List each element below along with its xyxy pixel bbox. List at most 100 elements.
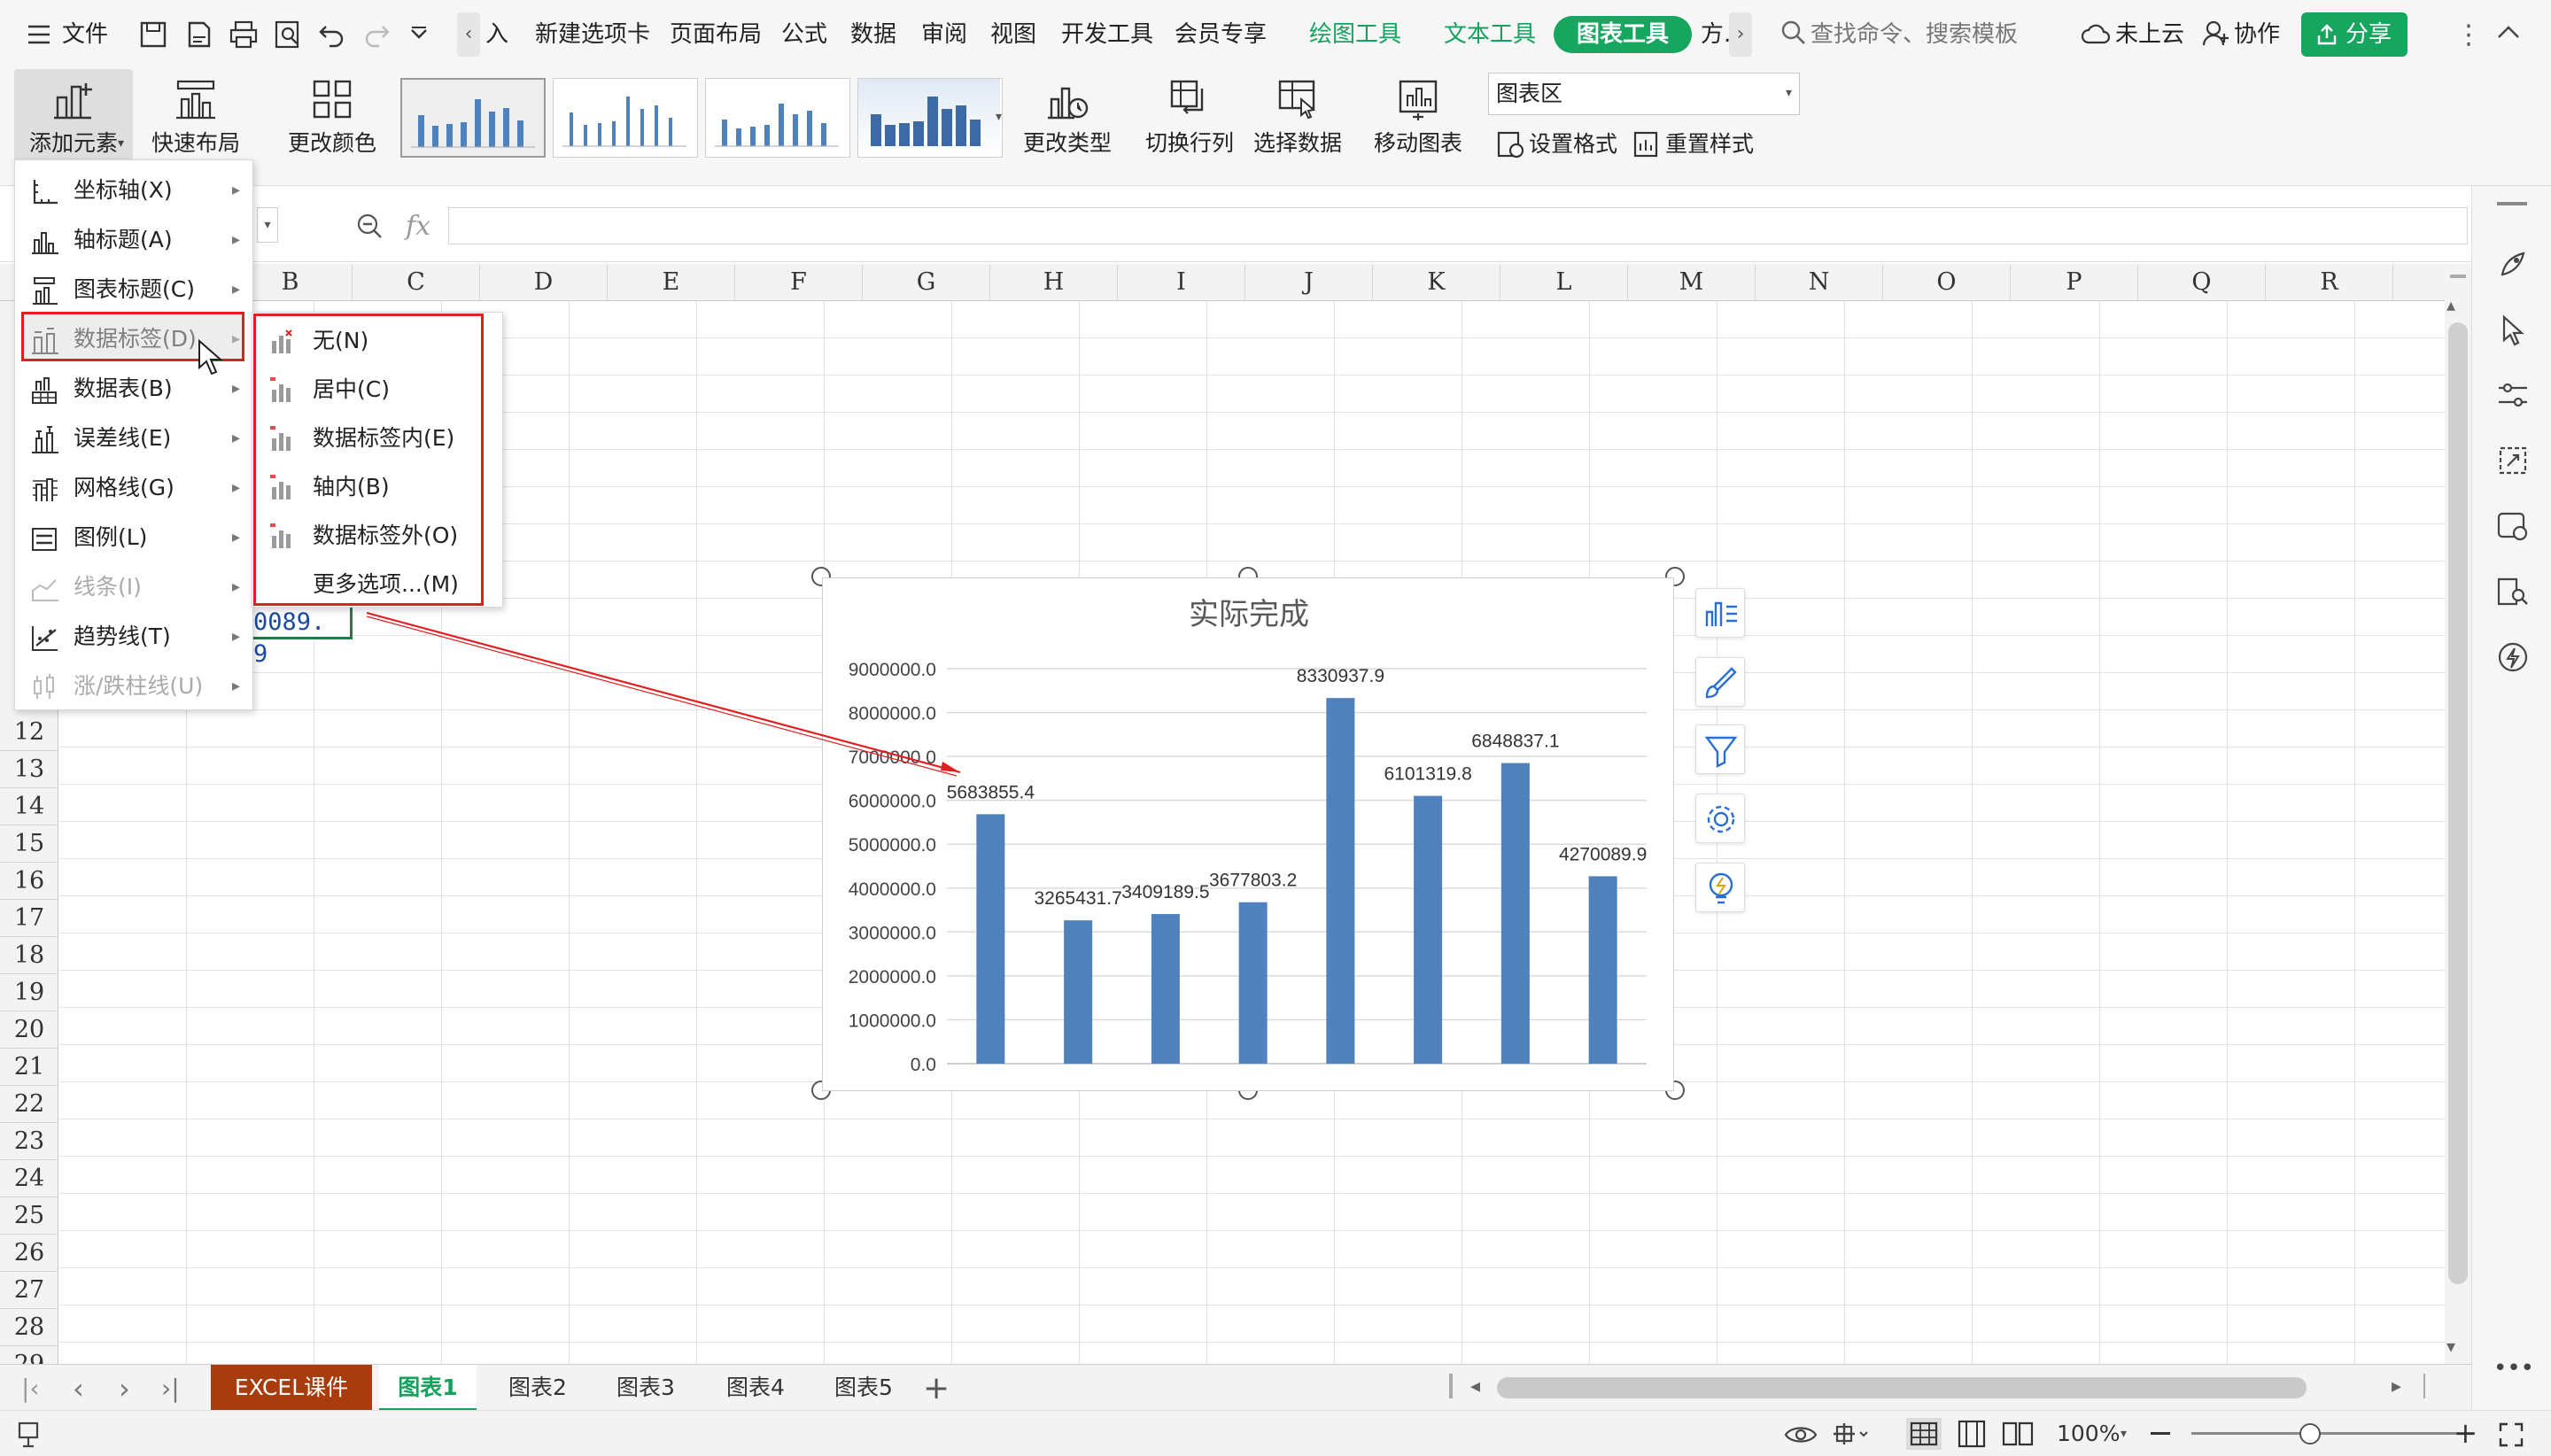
zoom-out-icon[interactable]: [2151, 1432, 2170, 1435]
tab-formula[interactable]: 公式: [781, 16, 827, 53]
menu-item-gridline[interactable]: 网格线(G) ▸: [15, 463, 252, 513]
row-header[interactable]: 17: [0, 900, 58, 937]
data-label[interactable]: 3409189.5: [1121, 882, 1209, 902]
hamburger-icon[interactable]: [27, 23, 51, 46]
zoom-slider-knob[interactable]: [2299, 1423, 2321, 1444]
tab-member[interactable]: 会员专享: [1175, 16, 1267, 53]
redo-icon[interactable]: [361, 19, 392, 50]
chart-title[interactable]: 实际完成: [1189, 598, 1309, 631]
chart-style-thumb-3[interactable]: [705, 78, 850, 158]
image-settings-icon[interactable]: [2495, 508, 2531, 544]
row-header[interactable]: 25: [0, 1197, 58, 1235]
cloud-status[interactable]: 未上云: [2115, 16, 2184, 53]
sheet-tab-chart4[interactable]: 图表4: [707, 1365, 804, 1411]
vscroll-top-handle[interactable]: [2450, 275, 2466, 278]
row-header[interactable]: 22: [0, 1086, 58, 1123]
hscroll-end-handle[interactable]: [2423, 1374, 2427, 1398]
tab-more[interactable]: 方.: [1701, 16, 1731, 53]
zoom-dropdown-icon[interactable]: ▾: [2121, 1427, 2127, 1441]
row-header[interactable]: 20: [0, 1011, 58, 1049]
customize-toolbar-icon[interactable]: [409, 25, 429, 44]
zoom-in-icon[interactable]: +: [2454, 1416, 2477, 1450]
column-header[interactable]: N: [1756, 264, 1883, 301]
column-header[interactable]: L: [1500, 264, 1628, 301]
column-header[interactable]: P: [2011, 264, 2138, 301]
vscroll-down-icon[interactable]: ▾: [2446, 1336, 2455, 1357]
select-pointer-icon[interactable]: [2495, 312, 2531, 347]
chart-bar[interactable]: [1238, 902, 1268, 1064]
data-label[interactable]: 3265431.7: [1034, 888, 1121, 909]
collab-button[interactable]: 协作: [2234, 16, 2280, 53]
row-header[interactable]: 16: [0, 863, 58, 900]
tab-insert[interactable]: 入: [485, 16, 508, 53]
chart-bar[interactable]: [1588, 876, 1617, 1064]
chart-style-thumb-4[interactable]: [857, 78, 1003, 158]
change-color-button[interactable]: 更改颜色: [275, 69, 390, 186]
chart-style-thumb-1[interactable]: [400, 78, 546, 158]
row-header[interactable]: 14: [0, 788, 58, 825]
sheet-tab-chart5[interactable]: 图表5: [815, 1365, 912, 1411]
tab-drawing-tools[interactable]: 绘图工具: [1309, 16, 1401, 53]
search-input[interactable]: 查找命令、搜索模板: [1811, 16, 2018, 53]
menu-item-error-bar[interactable]: 误差线(E) ▸: [15, 414, 252, 463]
lightning-icon[interactable]: [2495, 639, 2531, 675]
vscroll-up-icon[interactable]: ▴: [2446, 294, 2455, 315]
page-break-view-icon[interactable]: [2000, 1418, 2035, 1450]
tab-chart-tools[interactable]: 图表工具: [1554, 16, 1693, 53]
fx-label[interactable]: fx: [406, 211, 430, 242]
scroll-tabs-left-icon[interactable]: ‹: [457, 12, 480, 57]
tab-text-tools[interactable]: 文本工具: [1444, 16, 1536, 53]
chart-bar[interactable]: [1326, 698, 1355, 1064]
column-header[interactable]: K: [1373, 264, 1500, 301]
change-type-button[interactable]: 更改类型: [1019, 69, 1116, 186]
chart-style-tool[interactable]: [1695, 657, 1745, 707]
book-search-icon[interactable]: [2495, 574, 2531, 609]
rocket-icon[interactable]: [2495, 246, 2531, 282]
normal-view-button[interactable]: [1906, 1418, 1942, 1450]
row-header[interactable]: 15: [0, 825, 58, 863]
row-header[interactable]: 19: [0, 974, 58, 1011]
menu-item-legend[interactable]: 图例(L) ▸: [15, 513, 252, 562]
column-header[interactable]: O: [1883, 264, 2011, 301]
data-label[interactable]: 4270089.9: [1559, 844, 1647, 864]
share-button[interactable]: 分享: [2301, 12, 2408, 57]
chart-bar[interactable]: [1064, 920, 1093, 1064]
chart-smart-tool[interactable]: [1695, 863, 1745, 912]
column-header[interactable]: J: [1245, 264, 1373, 301]
hscroll-right-icon[interactable]: ▸: [2392, 1375, 2401, 1398]
tab-view[interactable]: 视图: [990, 16, 1036, 53]
export-pdf-icon[interactable]: [184, 19, 214, 50]
scroll-tabs-right-icon[interactable]: ›: [1729, 12, 1752, 57]
name-box-dropdown-icon[interactable]: ▾: [257, 207, 278, 243]
menu-item-axis-title[interactable]: 轴标题(A) ▸: [15, 215, 252, 265]
menu-item-axis[interactable]: 坐标轴(X) ▸: [15, 166, 252, 215]
data-label[interactable]: 3677803.2: [1209, 871, 1297, 891]
move-chart-button[interactable]: 移动图表: [1368, 69, 1469, 186]
chart-bar[interactable]: [1500, 763, 1530, 1064]
row-header[interactable]: 23: [0, 1123, 58, 1160]
tab-review[interactable]: 审阅: [921, 16, 967, 53]
tab-data[interactable]: 数据: [850, 16, 896, 53]
horizontal-scrollbar-thumb[interactable]: [1497, 1377, 2307, 1398]
chart-bar[interactable]: [1414, 795, 1443, 1064]
chart-style-thumb-2[interactable]: [553, 78, 698, 158]
row-header[interactable]: 21: [0, 1049, 58, 1086]
tab-page-layout[interactable]: 页面布局: [670, 16, 762, 53]
row-header[interactable]: 26: [0, 1235, 58, 1272]
tab-developer[interactable]: 开发工具: [1061, 16, 1153, 53]
fullscreen-icon[interactable]: [2498, 1421, 2524, 1448]
vertical-scrollbar-thumb[interactable]: [2448, 322, 2468, 1284]
style-gallery-more-icon[interactable]: ▾: [996, 110, 1002, 124]
print-icon[interactable]: [229, 19, 259, 50]
macro-record-icon[interactable]: [16, 1420, 48, 1450]
format-button[interactable]: 设置格式: [1529, 126, 1617, 163]
add-sheet-icon[interactable]: +: [923, 1370, 950, 1406]
row-header[interactable]: 12: [0, 714, 58, 751]
vertical-scrollbar[interactable]: ▴ ▾: [2445, 264, 2471, 1364]
zoom-formula-icon[interactable]: [356, 213, 384, 241]
more-options-icon[interactable]: ⋮: [2455, 19, 2482, 50]
last-sheet-icon[interactable]: ›|: [161, 1374, 180, 1403]
save-icon[interactable]: [138, 19, 168, 50]
print-preview-icon[interactable]: [273, 19, 303, 50]
column-header[interactable]: H: [990, 264, 1118, 301]
